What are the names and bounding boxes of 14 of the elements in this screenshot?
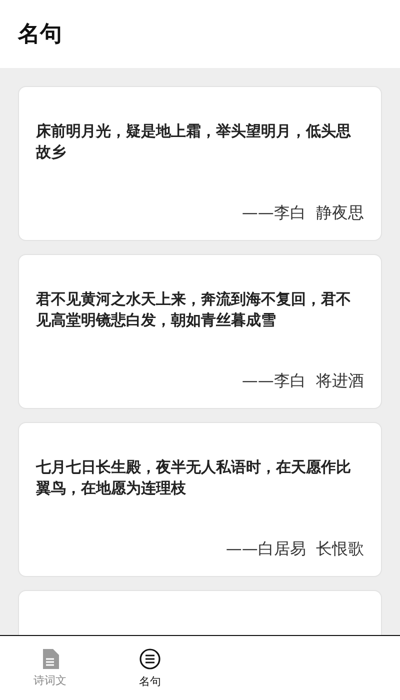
quote-text: 床前明月光，疑是地上霜，举头望明月，低头思故乡 <box>36 121 352 163</box>
quote-source: ——李白 静夜思 <box>242 203 364 224</box>
quote-card[interactable]: 床前明月光，疑是地上霜，举头望明月，低头思故乡 ——李白 静夜思 <box>18 86 382 241</box>
document-icon <box>41 648 59 668</box>
quote-source: ——白居易 长恨歌 <box>226 539 364 560</box>
menu-circle-icon <box>139 648 161 670</box>
quote-text: 七月七日长生殿，夜半无人私语时，在天愿作比翼鸟，在地愿为连理枝 <box>36 457 352 499</box>
quote-source: ——李白 将进酒 <box>242 371 364 392</box>
nav-tab[interactable]: 名句 <box>100 636 200 700</box>
nav-tab[interactable]: 诗词文 <box>0 636 100 700</box>
quote-card[interactable]: 七月七日长生殿，夜半无人私语时，在天愿作比翼鸟，在地愿为连理枝 ——白居易 长恨歌 <box>18 422 382 577</box>
page-title: 名句 <box>18 21 62 49</box>
quote-card[interactable]: 君不见黄河之水天上来，奔流到海不复回，君不见高堂明镜悲白发，朝如青丝暮成雪 ——李白 将进酒 <box>18 254 382 409</box>
quote-text: 君不见黄河之水天上来，奔流到海不复回，君不见高堂明镜悲白发，朝如青丝暮成雪 <box>36 289 352 331</box>
